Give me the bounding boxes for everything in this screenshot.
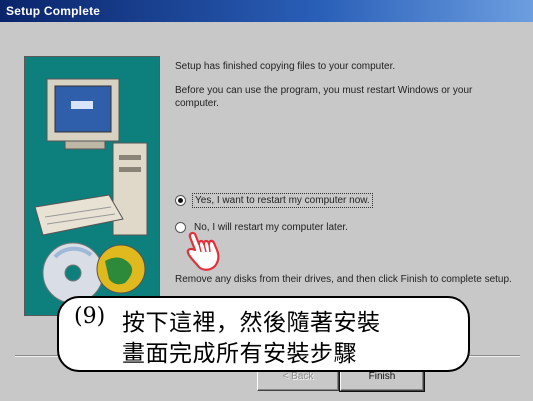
instruction-callout: (9) 按下這裡，然後隨著安裝 畫面完成所有安裝步驟 xyxy=(57,296,470,372)
copy-complete-text: Setup has finished copying files to your… xyxy=(175,61,396,72)
radio-button-selected[interactable] xyxy=(175,195,186,206)
title-bar: Setup Complete xyxy=(0,0,533,22)
computer-and-disc-art xyxy=(34,78,148,304)
restart-prompt-text: Before you can use the program, you must… xyxy=(175,85,473,109)
restart-now-option[interactable]: Yes, I want to restart my computer now. xyxy=(175,193,373,208)
window-title: Setup Complete xyxy=(6,4,101,18)
radio-dot xyxy=(178,198,183,203)
step-number: (9) xyxy=(74,304,106,329)
restart-now-label[interactable]: Yes, I want to restart my computer now. xyxy=(192,193,373,208)
setup-illustration xyxy=(24,56,160,316)
pointing-hand-icon xyxy=(183,230,223,279)
remove-disks-text: Remove any disks from their drives, and … xyxy=(175,274,512,285)
callout-line-1: 按下這裡，然後隨著安裝 xyxy=(122,310,381,336)
callout-line-2: 畫面完成所有安裝步驟 xyxy=(122,341,357,367)
